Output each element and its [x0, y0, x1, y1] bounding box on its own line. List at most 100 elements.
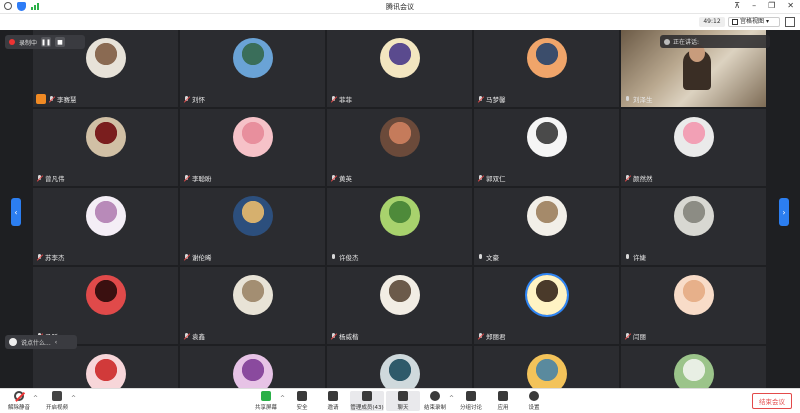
pause-recording-button[interactable]: ❚❚ [41, 37, 51, 47]
security-label: 安全 [296, 405, 308, 411]
end-meeting-button[interactable]: 结束会议 [752, 393, 792, 409]
participant-tile[interactable] [474, 346, 619, 388]
participant-tile[interactable]: 郑丽君 [474, 267, 619, 344]
manage-members-label: 管理成员(43) [350, 405, 384, 411]
meeting-stage: 李赛慧 刘怀 菲菲 马梦馨 刘泽生 曾凡伟 李聪盼 黄英 郭双仁 颜然然 苏李杰 谢伦晞 许俊杰 文豪 许婕… [0, 30, 800, 388]
microphone-muted-icon [36, 253, 43, 261]
participant-tile[interactable]: 曾凡伟 [33, 109, 178, 186]
breakout-button[interactable]: 分组讨论 [454, 391, 488, 411]
participant-tile[interactable]: 闫丽 [621, 267, 766, 344]
participant-name: 许俊杰 [339, 254, 359, 262]
chat-button[interactable]: 聊天 [386, 391, 420, 411]
participant-name: 袁鑫 [192, 333, 205, 341]
participant-tile[interactable]: 杨威楷 [327, 267, 472, 344]
participant-name-tag: 刘怀 [183, 94, 205, 104]
stop-recording-button[interactable]: ■ [55, 37, 66, 47]
close-icon[interactable]: ✕ [787, 1, 794, 10]
participant-tile[interactable]: 袁鑫 [180, 267, 325, 344]
participant-tile[interactable]: 李聪盼 [180, 109, 325, 186]
participant-name: 文豪 [486, 254, 499, 262]
participant-tile[interactable] [327, 346, 472, 388]
apps-button[interactable]: 应用 [486, 391, 520, 411]
microphone-muted-icon [624, 174, 631, 182]
participant-tile[interactable]: 刘怀 [180, 30, 325, 107]
share-screen-button[interactable]: 共享屏幕 [249, 391, 283, 411]
participant-name: 苏李杰 [45, 254, 65, 262]
speaking-label: 正在讲话: [673, 39, 700, 46]
participant-tile[interactable]: 谢伦晞 [180, 188, 325, 265]
settings-button[interactable]: 设置 [517, 391, 551, 411]
manage-members-button[interactable]: 管理成员(43) [350, 391, 384, 411]
participant-name: 刘怀 [192, 96, 205, 104]
avatar [232, 196, 273, 236]
chevron-left-icon[interactable]: ‹ [55, 339, 57, 346]
audio-options-chevron-icon[interactable]: ^ [33, 395, 38, 402]
members-icon [362, 391, 372, 401]
security-button[interactable]: 安全 [285, 391, 319, 411]
pin-icon[interactable]: ⊼ [734, 1, 740, 10]
restore-icon[interactable]: ❐ [768, 1, 775, 10]
start-video-button[interactable]: 开启视频 [40, 391, 74, 411]
participant-name: 马梦馨 [486, 96, 506, 104]
participant-tile[interactable] [33, 346, 178, 388]
participant-tile[interactable] [180, 346, 325, 388]
participant-name: 黄英 [339, 175, 352, 183]
participant-name-tag: 文豪 [477, 252, 499, 262]
participant-name: 郭双仁 [486, 175, 506, 183]
avatar [85, 354, 126, 388]
participant-name: 李聪盼 [192, 175, 212, 183]
chevron-down-icon: ▾ [766, 18, 770, 25]
participant-tile[interactable]: 马跃 [33, 267, 178, 344]
participant-grid: 李赛慧 刘怀 菲菲 马梦馨 刘泽生 曾凡伟 李聪盼 黄英 郭双仁 颜然然 苏李杰 谢伦晞 许俊杰 文豪 许婕… [33, 30, 766, 388]
window-title: 腾讯会议 [386, 3, 414, 11]
participant-tile[interactable]: 颜然然 [621, 109, 766, 186]
breakout-label: 分组讨论 [459, 405, 482, 411]
record-icon [430, 391, 440, 401]
participant-name: 许婕 [633, 254, 646, 262]
participant-tile[interactable]: 黄英 [327, 109, 472, 186]
stop-recording-toolbar-button[interactable]: 结束录制 [418, 391, 452, 411]
gear-icon [529, 391, 539, 401]
participant-name-tag: 李赛慧 [36, 94, 77, 104]
view-switch-button[interactable]: 宫格视图 ▾ [728, 17, 780, 27]
avatar [85, 275, 126, 315]
microphone-muted-icon [183, 174, 190, 182]
avatar [526, 275, 567, 315]
invite-button[interactable]: 邀请 [316, 391, 350, 411]
participant-tile[interactable]: 马梦馨 [474, 30, 619, 107]
recording-indicator: 录制中 ❚❚ ■ [5, 35, 85, 49]
video-options-chevron-icon[interactable]: ^ [71, 395, 76, 402]
avatar [379, 196, 420, 236]
chat-preview[interactable]: 说点什么... ‹ [5, 335, 77, 349]
unmute-button[interactable]: 解除静音 [2, 391, 36, 411]
settings-label: 设置 [528, 405, 540, 411]
prev-page-button[interactable]: ‹ [11, 198, 21, 226]
fullscreen-icon[interactable] [785, 17, 795, 27]
participant-tile[interactable]: 菲菲 [327, 30, 472, 107]
avatar [673, 117, 714, 157]
participant-tile[interactable]: 许婕 [621, 188, 766, 265]
participant-tile[interactable]: 文豪 [474, 188, 619, 265]
participant-name: 闫丽 [633, 333, 646, 341]
participant-tile[interactable]: 郭双仁 [474, 109, 619, 186]
chat-preview-text: 说点什么... [21, 339, 51, 347]
avatar [232, 38, 273, 78]
minimize-icon[interactable]: – [752, 1, 756, 10]
participant-name: 颜然然 [633, 175, 653, 183]
participant-tile[interactable] [621, 346, 766, 388]
avatar [85, 38, 126, 78]
invite-icon [328, 391, 338, 401]
microphone-muted-icon [330, 332, 337, 340]
title-bar: 腾讯会议 ⊼ – ❐ ✕ [0, 0, 800, 14]
avatar [526, 38, 567, 78]
next-page-button[interactable]: › [779, 198, 789, 226]
participant-tile[interactable]: 许俊杰 [327, 188, 472, 265]
chat-bubble-icon [9, 338, 17, 346]
microphone-icon [624, 253, 631, 261]
avatar [673, 196, 714, 236]
share-screen-icon [261, 391, 271, 401]
participant-tile[interactable]: 苏李杰 [33, 188, 178, 265]
avatar [379, 275, 420, 315]
participant-name-tag: 李聪盼 [183, 173, 212, 183]
participant-name: 谢伦晞 [192, 254, 212, 262]
